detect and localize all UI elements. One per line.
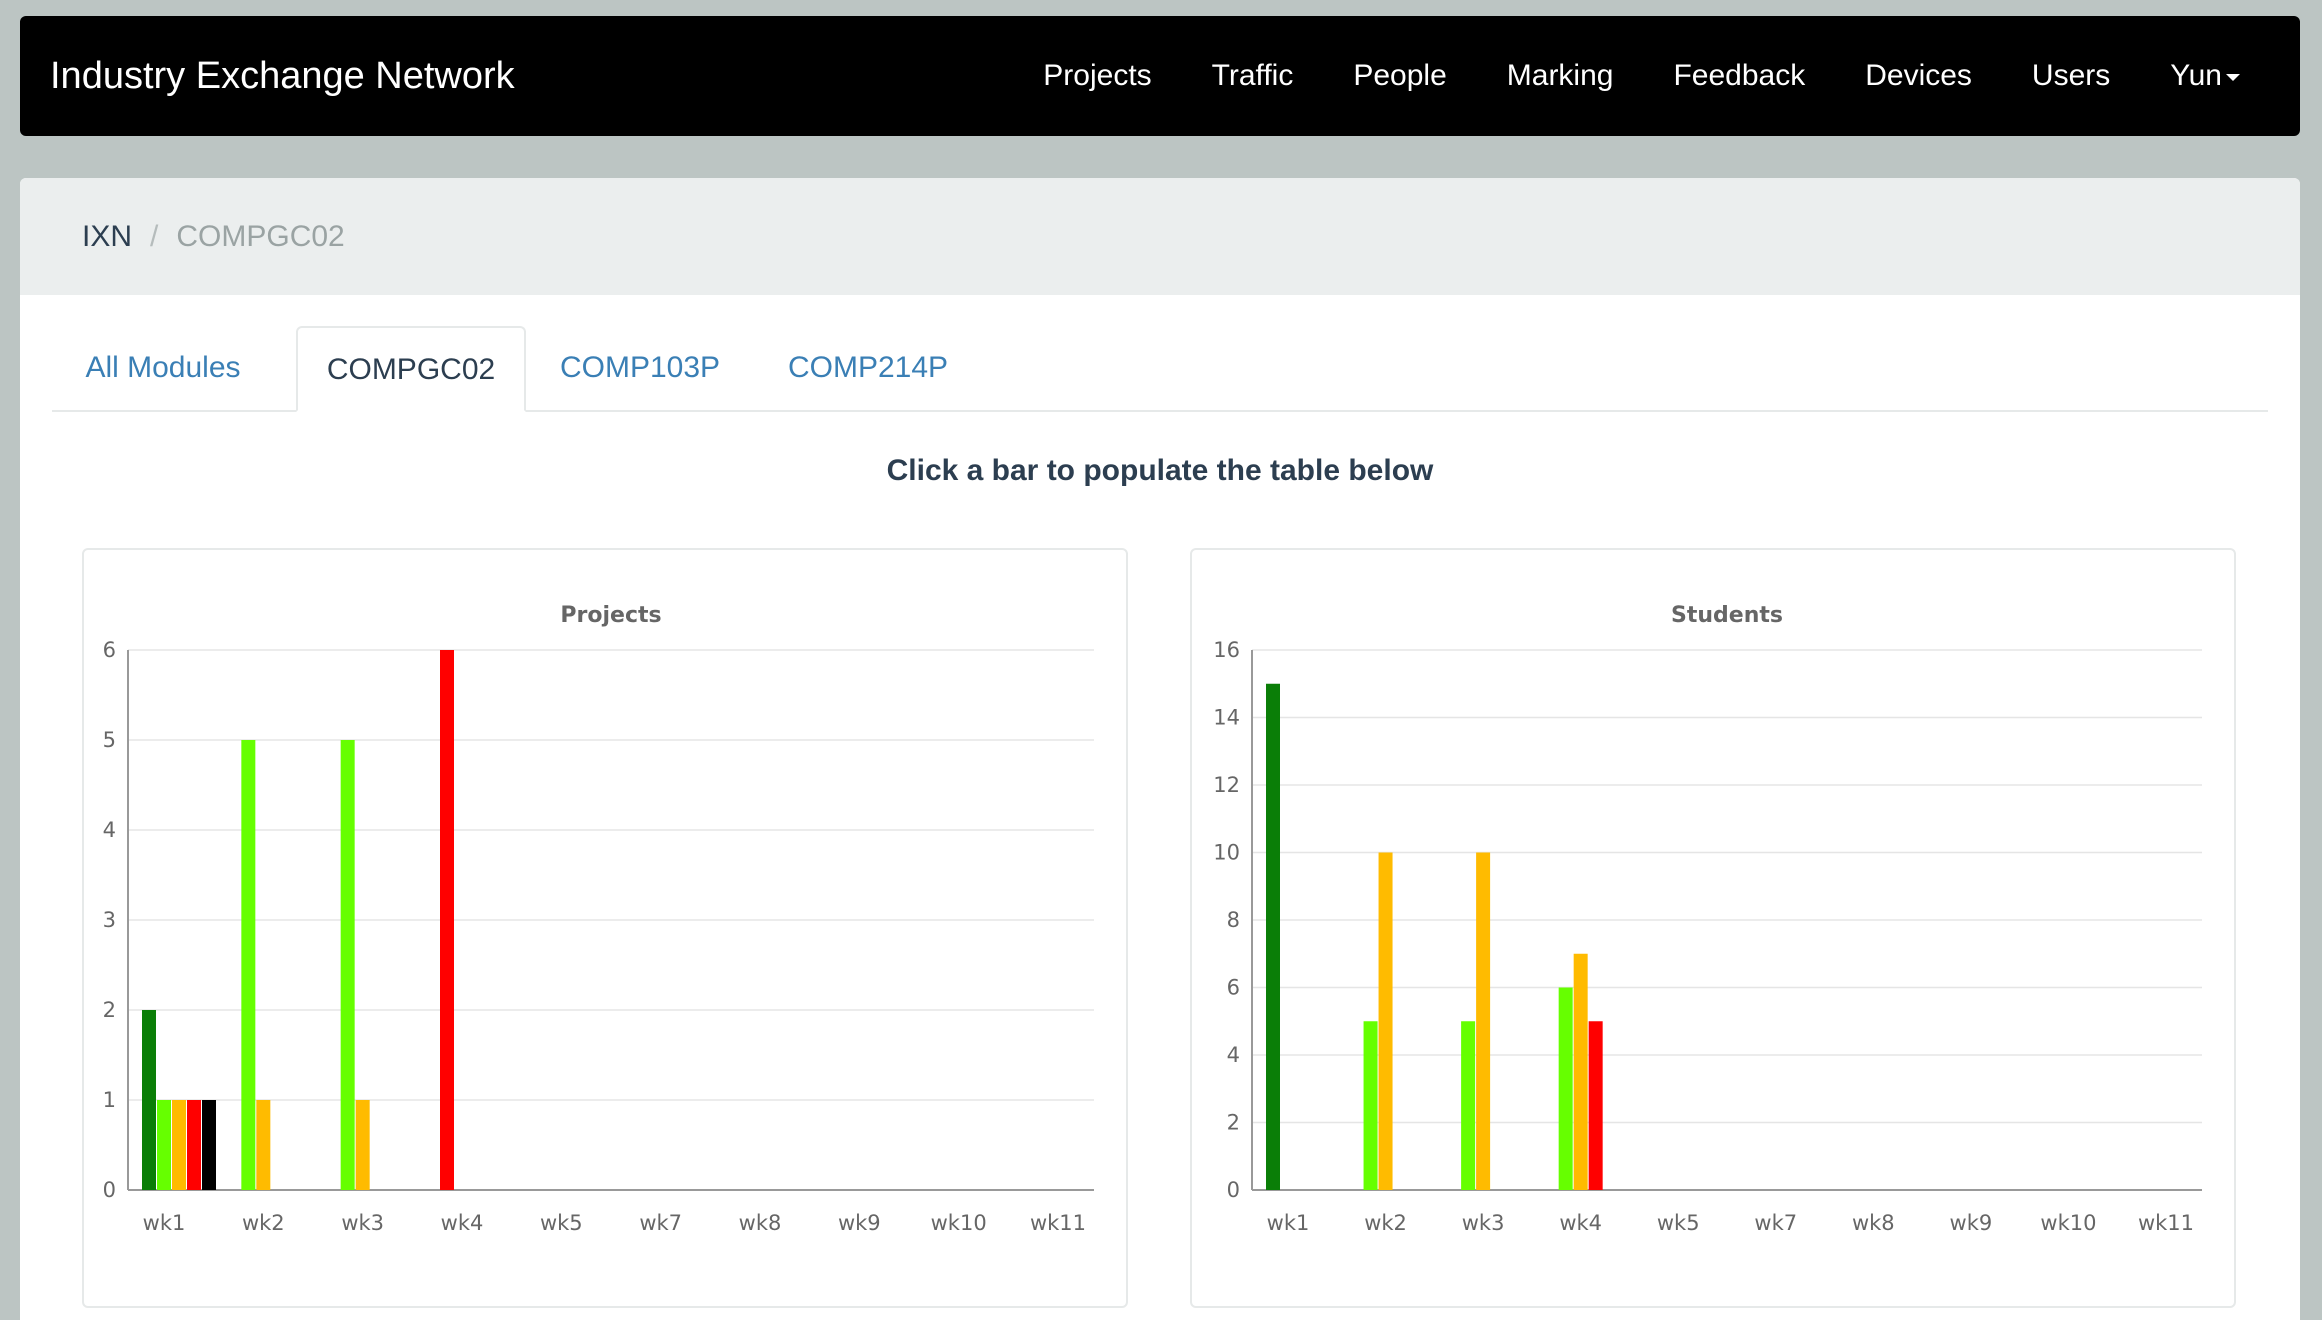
x-tick-label: wk9 — [1950, 1211, 1993, 1235]
y-tick-label: 8 — [1227, 908, 1240, 932]
nav-projects[interactable]: Projects — [1043, 59, 1151, 93]
y-tick-label: 1 — [103, 1088, 116, 1112]
bar[interactable] — [1378, 852, 1393, 1191]
x-tick-label: wk8 — [739, 1211, 782, 1235]
nav-people[interactable]: People — [1353, 59, 1446, 93]
bar[interactable] — [241, 740, 256, 1190]
x-tick-label: wk11 — [1030, 1211, 1086, 1235]
y-tick-label: 12 — [1213, 773, 1240, 797]
brand-title[interactable]: Industry Exchange Network — [50, 16, 515, 136]
tab-comp214p[interactable]: COMP214P — [754, 326, 982, 410]
x-tick-label: wk9 — [838, 1211, 881, 1235]
module-tabs: All Modules COMPGC02 COMP103P COMP214P — [52, 326, 2268, 412]
x-tick-label: wk10 — [2040, 1211, 2096, 1235]
bar[interactable] — [172, 1100, 186, 1190]
breadcrumb: IXN / COMPGC02 — [20, 178, 2300, 295]
projects-chart: Projects 0 1 2 3 4 5 6 wk1 wk2 wk3 wk4 wk5 wk7 wk8 wk9 w… — [103, 603, 1094, 1235]
bar[interactable] — [1588, 1021, 1603, 1190]
y-tick-label: 6 — [1227, 976, 1240, 1000]
main-panel: IXN / COMPGC02 All Modules COMPGC02 COMP… — [20, 178, 2300, 1320]
x-tick-label: wk10 — [931, 1211, 987, 1235]
caret-down-icon — [2226, 73, 2240, 81]
y-tick-label: 6 — [103, 638, 116, 662]
bar[interactable] — [202, 1100, 216, 1190]
x-tick-label: wk7 — [1754, 1211, 1797, 1235]
x-tick-label: wk5 — [1657, 1211, 1700, 1235]
tab-all-modules[interactable]: All Modules — [52, 326, 274, 410]
tab-compgc02[interactable]: COMPGC02 — [296, 326, 526, 412]
nav-feedback[interactable]: Feedback — [1673, 59, 1805, 93]
y-tick-label: 14 — [1213, 706, 1240, 730]
students-chart-panel: Students 0 2 4 6 8 10 12 14 16 wk1 wk2 wk3 wk4 wk5 wk7 w… — [1190, 548, 2236, 1308]
bar[interactable] — [340, 740, 355, 1190]
y-tick-label: 3 — [103, 908, 116, 932]
tab-comp103p[interactable]: COMP103P — [526, 326, 754, 410]
x-tick-label: wk8 — [1852, 1211, 1895, 1235]
x-tick-label: wk2 — [1364, 1211, 1407, 1235]
x-tick-label: wk5 — [540, 1211, 583, 1235]
x-tick-label: wk1 — [143, 1211, 186, 1235]
chart-title: Projects — [560, 603, 661, 628]
nav-traffic[interactable]: Traffic — [1212, 59, 1294, 93]
top-navbar: Industry Exchange Network Projects Traff… — [20, 16, 2300, 136]
x-tick-label: wk4 — [1559, 1211, 1602, 1235]
instruction-text: Click a bar to populate the table below — [886, 454, 1434, 487]
breadcrumb-current: COMPGC02 — [176, 219, 345, 253]
bar[interactable] — [440, 650, 454, 1190]
nav-users[interactable]: Users — [2032, 59, 2110, 93]
y-tick-label: 16 — [1213, 638, 1240, 662]
y-tick-label: 0 — [1227, 1178, 1240, 1202]
bar[interactable] — [187, 1100, 201, 1190]
x-tick-label: wk1 — [1267, 1211, 1310, 1235]
y-tick-label: 2 — [1227, 1111, 1240, 1135]
y-tick-label: 4 — [103, 818, 116, 842]
bar[interactable] — [1476, 852, 1491, 1191]
bar[interactable] — [142, 1010, 156, 1190]
y-tick-label: 2 — [103, 998, 116, 1022]
breadcrumb-separator: / — [150, 219, 159, 253]
x-tick-label: wk3 — [1462, 1211, 1505, 1235]
y-tick-label: 5 — [103, 728, 116, 752]
bar[interactable] — [1266, 683, 1280, 1190]
projects-chart-panel: Projects 0 1 2 3 4 5 6 wk1 wk2 wk3 wk4 wk5 wk7 wk8 wk9 w… — [82, 548, 1128, 1308]
chart-title: Students — [1671, 603, 1783, 628]
x-tick-label: wk7 — [639, 1211, 682, 1235]
bar[interactable] — [1558, 987, 1573, 1191]
y-tick-label: 10 — [1213, 841, 1240, 865]
bar[interactable] — [1363, 1021, 1378, 1190]
nav-links: Projects Traffic People Marking Feedback… — [983, 16, 2240, 136]
nav-marking[interactable]: Marking — [1507, 59, 1614, 93]
bar[interactable] — [1573, 953, 1588, 1190]
bar[interactable] — [1461, 1021, 1476, 1190]
x-tick-label: wk3 — [341, 1211, 384, 1235]
x-tick-label: wk4 — [441, 1211, 484, 1235]
nav-devices[interactable]: Devices — [1865, 59, 1972, 93]
bar[interactable] — [256, 1100, 271, 1190]
x-tick-label: wk11 — [2138, 1211, 2194, 1235]
breadcrumb-ixn[interactable]: IXN — [82, 220, 132, 254]
bar[interactable] — [355, 1100, 370, 1190]
bar[interactable] — [157, 1100, 171, 1190]
y-tick-label: 4 — [1227, 1043, 1240, 1067]
y-tick-label: 0 — [103, 1178, 116, 1202]
students-chart: Students 0 2 4 6 8 10 12 14 16 wk1 wk2 wk3 wk4 wk5 wk7 w… — [1213, 603, 2202, 1235]
user-menu[interactable]: Yun — [2170, 59, 2240, 93]
x-tick-label: wk2 — [242, 1211, 285, 1235]
user-menu-label: Yun — [2170, 59, 2222, 92]
